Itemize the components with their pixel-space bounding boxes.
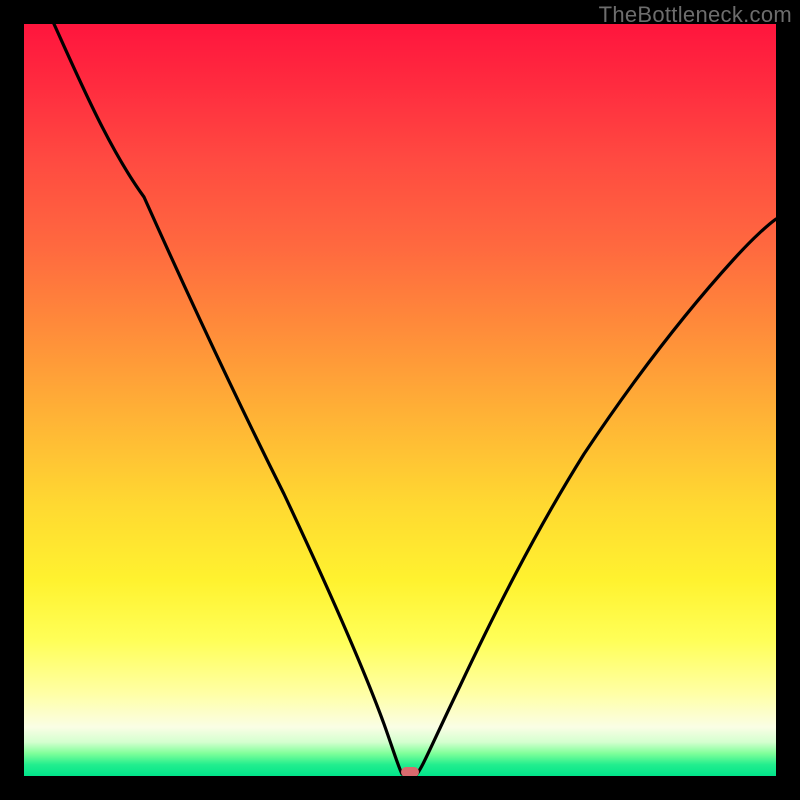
bottleneck-curve-svg: [24, 24, 776, 776]
bottleneck-curve-path: [54, 24, 776, 775]
valley-marker: [401, 767, 419, 776]
chart-frame: TheBottleneck.com: [0, 0, 800, 800]
watermark-text: TheBottleneck.com: [599, 2, 792, 28]
